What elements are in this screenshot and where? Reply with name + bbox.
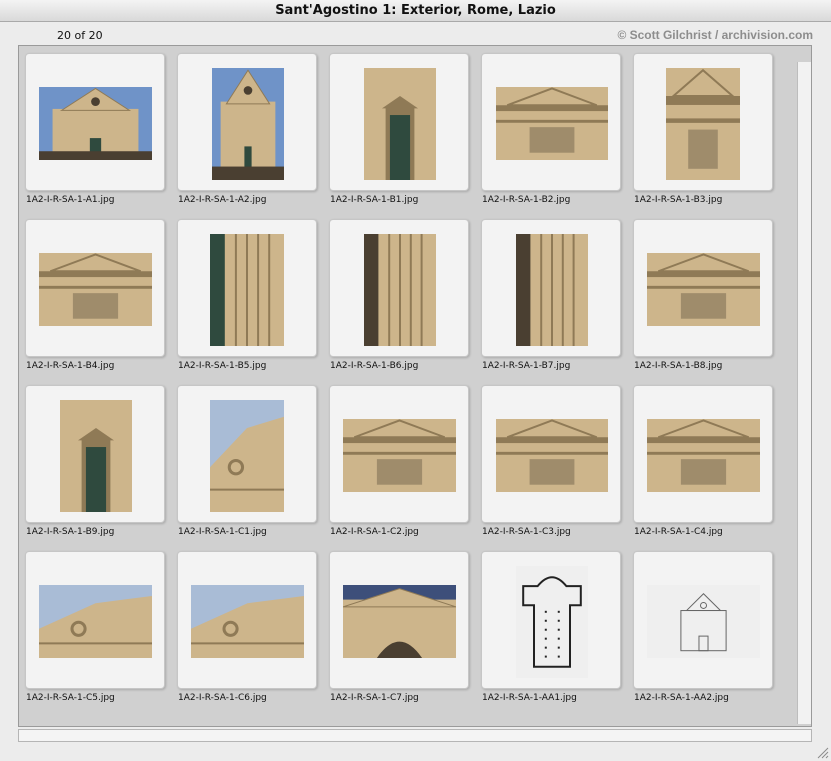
thumbnail-filename: 1A2-I-R-SA-1-C5.jpg: [26, 693, 115, 703]
thumbnail-filename: 1A2-I-R-SA-1-AA2.jpg: [634, 693, 729, 703]
molding-detail-photo: [516, 234, 588, 346]
thumbnail-filename: 1A2-I-R-SA-1-C3.jpg: [482, 527, 571, 537]
church-facade-photo: [39, 87, 152, 160]
thumbnail-slide[interactable]: [329, 385, 469, 523]
inscription-frieze-photo: [647, 253, 760, 326]
thumbnail-slide[interactable]: [25, 219, 165, 357]
elevation-drawing: [647, 585, 760, 658]
horizontal-scrollbar[interactable]: [18, 729, 812, 742]
thumbnail-slide[interactable]: [329, 53, 469, 191]
arched-window-photo: [343, 585, 456, 658]
thumbnail-filename: 1A2-I-R-SA-1-B1.jpg: [330, 195, 419, 205]
thumbnail-filename: 1A2-I-R-SA-1-B9.jpg: [26, 527, 115, 537]
cornice-bracket-photo: [39, 253, 152, 326]
thumbnail-filename: 1A2-I-R-SA-1-B4.jpg: [26, 361, 115, 371]
thumbnail-slide[interactable]: [481, 551, 621, 689]
thumbnail-slide[interactable]: [329, 551, 469, 689]
thumbnail-slide[interactable]: [177, 551, 317, 689]
thumbnail-slide[interactable]: [25, 551, 165, 689]
thumbnail-filename: 1A2-I-R-SA-1-B7.jpg: [482, 361, 571, 371]
thumbnail-slide[interactable]: [633, 385, 773, 523]
cornice-shield-photo: [647, 419, 760, 492]
thumbnail-filename: 1A2-I-R-SA-1-B6.jpg: [330, 361, 419, 371]
church-facade-photo: [212, 68, 284, 180]
thumbnail-filename: 1A2-I-R-SA-1-B2.jpg: [482, 195, 571, 205]
thumbnail-slide[interactable]: [481, 385, 621, 523]
pediment-sky-photo: [39, 585, 152, 658]
thumbnail-filename: 1A2-I-R-SA-1-B5.jpg: [178, 361, 267, 371]
thumbnail-slide[interactable]: [25, 53, 165, 191]
thumbnail-slide[interactable]: [633, 219, 773, 357]
thumbnail-filename: 1A2-I-R-SA-1-C6.jpg: [178, 693, 267, 703]
thumbnail-filename: 1A2-I-R-SA-1-C4.jpg: [634, 527, 723, 537]
vertical-scrollbar[interactable]: [797, 62, 811, 724]
pediment-inscription-photo: [496, 87, 608, 160]
thumbnail-filename: 1A2-I-R-SA-1-C7.jpg: [330, 693, 419, 703]
copyright-credit: © Scott Gilchrist / archivision.com: [617, 28, 813, 42]
door-frame-detail-photo: [666, 68, 740, 180]
thumbnail-slide[interactable]: [633, 551, 773, 689]
thumbnail-slide[interactable]: [633, 53, 773, 191]
carved-pilaster-photo: [364, 234, 436, 346]
thumbnail-filename: 1A2-I-R-SA-1-A1.jpg: [26, 195, 115, 205]
thumbnail-slide[interactable]: [481, 219, 621, 357]
thumbnail-filename: 1A2-I-R-SA-1-B3.jpg: [634, 195, 723, 205]
side-door-photo: [60, 400, 132, 512]
thumbnail-slide[interactable]: [481, 53, 621, 191]
door-jamb-photo: [210, 234, 284, 346]
thumbnail-slide[interactable]: [25, 385, 165, 523]
thumbnail-slide[interactable]: [329, 219, 469, 357]
thumbnail-filename: 1A2-I-R-SA-1-C1.jpg: [178, 527, 267, 537]
window-title: Sant'Agostino 1: Exterior, Rome, Lazio: [275, 3, 556, 18]
thumbnail-filename: 1A2-I-R-SA-1-B8.jpg: [634, 361, 723, 371]
floor-plan-drawing: [516, 566, 588, 678]
resize-grip-icon[interactable]: [815, 745, 829, 759]
volute-sky-photo: [191, 585, 304, 658]
thumbnail-filename: 1A2-I-R-SA-1-AA1.jpg: [482, 693, 577, 703]
thumbnail-slide[interactable]: [177, 219, 317, 357]
volute-sky-photo: [210, 400, 284, 512]
pediment-detail-photo: [496, 419, 608, 492]
item-count: 20 of 20: [57, 29, 103, 42]
window-titlebar[interactable]: Sant'Agostino 1: Exterior, Rome, Lazio: [0, 0, 831, 22]
thumbnail-filename: 1A2-I-R-SA-1-C2.jpg: [330, 527, 419, 537]
portal-door-photo: [364, 68, 436, 180]
thumbnail-slide[interactable]: [177, 53, 317, 191]
entablature-photo: [343, 419, 456, 492]
thumbnail-filename: 1A2-I-R-SA-1-A2.jpg: [178, 195, 267, 205]
thumbnail-slide[interactable]: [177, 385, 317, 523]
